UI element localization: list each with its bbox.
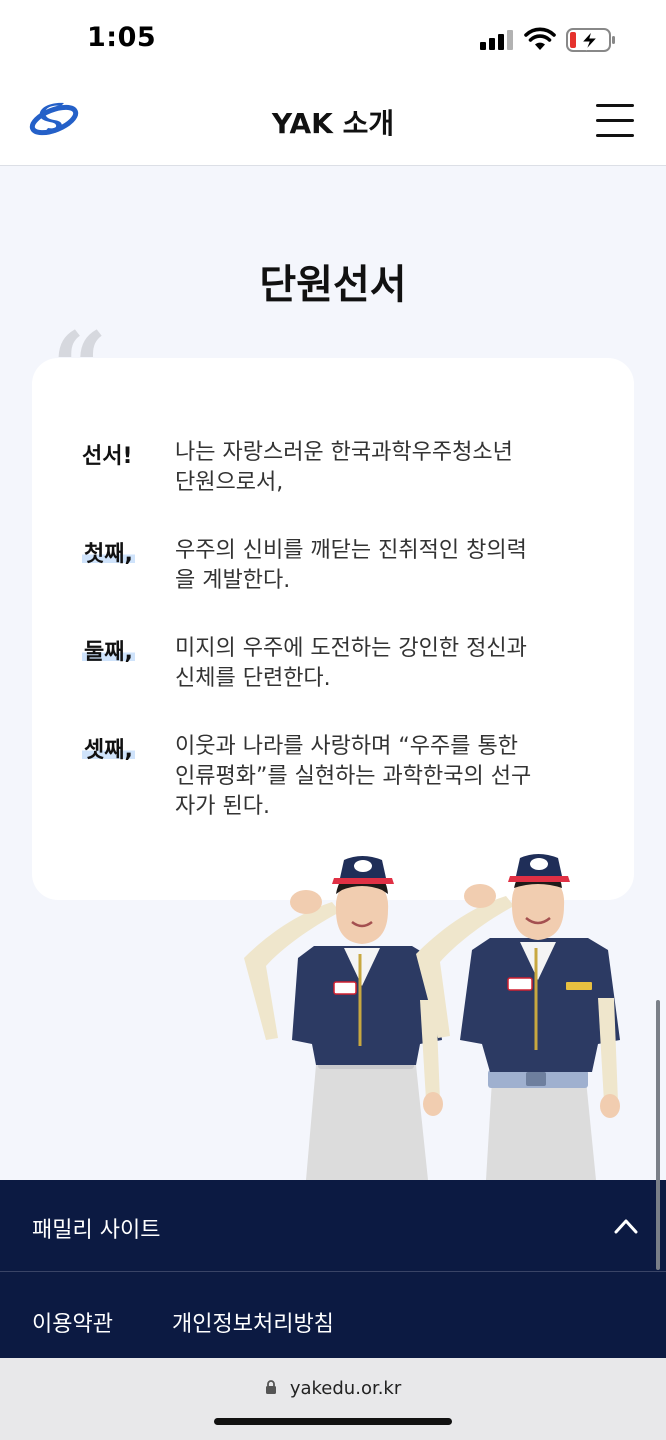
privacy-policy-link[interactable]: 개인정보처리방침 — [172, 1306, 334, 1338]
oath-label: 첫째, — [82, 536, 135, 568]
wifi-icon — [524, 27, 556, 50]
oath-text: 나는 자랑스러운 한국과학우주청소년 단원으로서, — [175, 440, 513, 495]
oath-label: 선서! — [82, 444, 133, 469]
battery-charging-icon — [566, 28, 615, 52]
oath-text: 우주의 신비를 깨닫는 진취적인 창의력 을 계발한다. — [175, 538, 527, 593]
terms-link[interactable]: 이용약관 — [32, 1306, 113, 1338]
scrollbar-thumb[interactable] — [656, 1000, 660, 1270]
child-left-figure — [244, 856, 443, 1180]
status-bar: 1:05 — [0, 0, 666, 78]
page-title: 단원선서 — [259, 262, 407, 308]
footer-links: 이용약관 개인정보처리방침 — [0, 1272, 666, 1358]
browser-address-bar[interactable]: yakedu.or.kr — [0, 1358, 666, 1440]
chevron-up-icon[interactable] — [612, 1214, 640, 1236]
hamburger-menu-icon[interactable] — [596, 104, 636, 138]
saluting-children-image — [244, 854, 620, 1180]
oath-card: 선서! 나는 자랑스러운 한국과학우주청소년 단원으로서, 첫째, 우주의 신비… — [32, 358, 634, 900]
status-time: 1:05 — [87, 22, 157, 53]
family-site-bar[interactable]: 패밀리 사이트 — [0, 1180, 666, 1272]
lock-icon — [265, 1379, 276, 1394]
app-header: YAK 소개 — [0, 78, 666, 166]
family-site-label: 패밀리 사이트 — [32, 1218, 161, 1243]
oath-label: 둘째, — [82, 634, 135, 666]
oath-label: 셋째, — [82, 732, 135, 764]
child-right-figure — [416, 854, 620, 1180]
oath-text: 미지의 우주에 도전하는 강인한 정신과 신체를 단련한다. — [175, 636, 527, 691]
home-indicator — [214, 1418, 452, 1425]
url-display[interactable]: yakedu.or.kr — [0, 1378, 666, 1399]
cellular-signal-icon — [480, 30, 514, 50]
header-title: YAK 소개 — [271, 107, 395, 140]
url-text: yakedu.or.kr — [289, 1378, 402, 1399]
oath-text: 이웃과 나라를 사랑하며 “우주를 통한 인류평화”를 실현하는 과학한국의 선… — [175, 734, 532, 819]
